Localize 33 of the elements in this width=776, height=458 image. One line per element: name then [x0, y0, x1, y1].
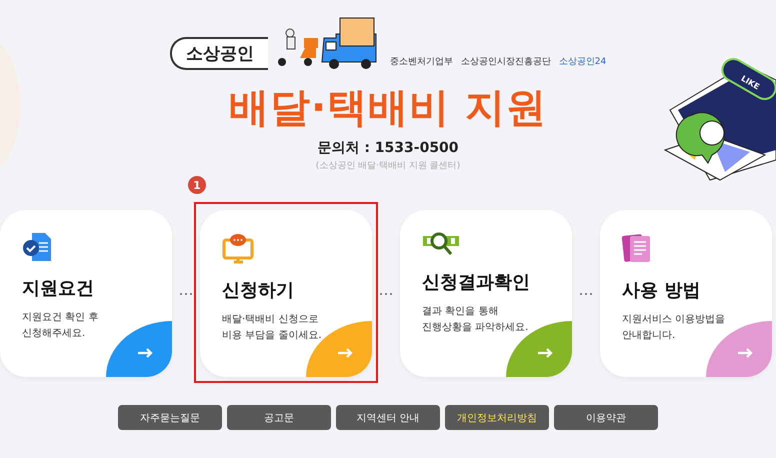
arrow-right-icon — [538, 348, 554, 358]
monitor-chat-icon — [222, 232, 254, 264]
footer-link-button[interactable]: 이용약관 — [554, 405, 658, 430]
menu-card[interactable]: 지원요건 지원요건 확인 후 신청해주세요. — [0, 210, 172, 377]
card-title: 지원요건 — [22, 277, 95, 300]
contact-note: (소상공인 배달·택배비 지원 콜센터) — [316, 160, 460, 172]
contact-number: 문의처 : 1533-0500 — [317, 139, 459, 157]
card-title: 신청결과확인 — [422, 271, 531, 294]
logo-text: 소상공인 — [170, 37, 268, 70]
organization-name: 중소벤처기업부 — [390, 56, 453, 68]
card-description: 지원서비스 이용방법을 안내합니다. — [622, 313, 726, 343]
footer-link-button[interactable]: 공고문 — [227, 405, 331, 430]
step-badge: 1 — [188, 176, 206, 194]
footer-link-button[interactable]: 개인정보처리방침 — [445, 405, 549, 430]
magnifier-icon — [422, 232, 460, 256]
card-description: 결과 확인을 통해 진행상황을 파악하세요. — [422, 305, 530, 335]
organization-name: 소상공인시장진흥공단 — [460, 56, 551, 68]
arrow-right-icon — [338, 348, 354, 358]
organization-name: 소상공인24 — [558, 56, 606, 68]
menu-card[interactable]: 사용 방법 지원서비스 이용방법을 안내합니다. — [600, 210, 772, 377]
card-title: 사용 방법 — [622, 279, 702, 302]
documents-icon — [622, 232, 652, 264]
footer-link-button[interactable]: 자주묻는질문 — [118, 405, 222, 430]
menu-card[interactable]: 신청결과확인 결과 확인을 통해 진행상황을 파악하세요. — [400, 210, 572, 377]
document-check-icon — [22, 232, 54, 262]
footer-link-button[interactable]: 지역센터 안내 — [336, 405, 440, 430]
card-description: 배달·택배비 신청으로 비용 부담을 줄이세요. — [222, 313, 323, 343]
arrow-right-icon — [738, 348, 754, 358]
card-description: 지원요건 확인 후 신청해주세요. — [22, 311, 100, 341]
card-title: 신청하기 — [222, 279, 295, 302]
arrow-right-icon — [138, 348, 154, 358]
menu-card[interactable]: 신청하기 배달·택배비 신청으로 비용 부담을 줄이세요. — [200, 210, 372, 377]
page-title: 배달·택배비 지원 — [228, 84, 548, 133]
